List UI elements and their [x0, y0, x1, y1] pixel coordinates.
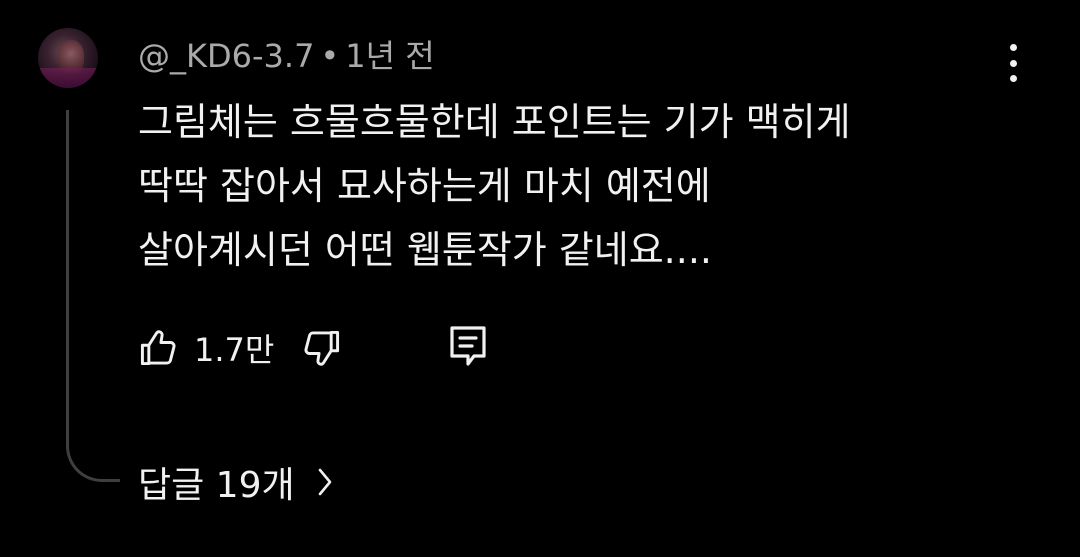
replies-toggle[interactable]: 답글 19개 [138, 456, 333, 508]
more-vert-icon-dot [1009, 75, 1017, 82]
chevron-right-icon [318, 468, 331, 496]
comment-body: 그림체는 흐물흐물한데 포인트는 기가 맥히게 딱딱 잡아서 묘사하는게 마치 … [138, 90, 1038, 282]
more-vert-icon-dot [1009, 59, 1017, 67]
author-handle[interactable]: @_KD6-3.7 [138, 37, 314, 75]
reply-button[interactable] [446, 322, 490, 374]
avatar[interactable] [38, 28, 98, 88]
dislike-button[interactable] [300, 326, 344, 370]
more-options-button[interactable] [998, 40, 1028, 86]
comment-reply-icon [450, 326, 486, 366]
comment-meta: @_KD6-3.7 • 1년 전 [138, 34, 435, 78]
meta-separator: • [320, 37, 340, 75]
like-count: 1.7만 [194, 331, 275, 369]
thumbs-up-icon [140, 330, 176, 366]
thumbs-down-icon [304, 330, 340, 366]
comment-line: 그림체는 흐물흐물한데 포인트는 기가 맥히게 [138, 100, 851, 144]
comment-time: 1년 전 [345, 37, 435, 75]
comment-actions: 1.7만 [136, 322, 344, 374]
comment-line: 살아계시던 어떤 웹툰작가 같네요.... [138, 228, 712, 272]
avatar-shade [38, 68, 98, 88]
more-vert-icon-dot [1009, 44, 1017, 51]
comment-thread: @_KD6-3.7 • 1년 전 그림체는 흐물흐물한데 포인트는 기가 맥히게 딱… [0, 0, 1080, 557]
thread-line [66, 110, 120, 482]
like-button[interactable] [136, 326, 180, 370]
replies-label: 답글 19개 [138, 465, 295, 506]
comment-line: 딱딱 잡아서 묘사하는게 마치 예전에 [138, 164, 711, 208]
